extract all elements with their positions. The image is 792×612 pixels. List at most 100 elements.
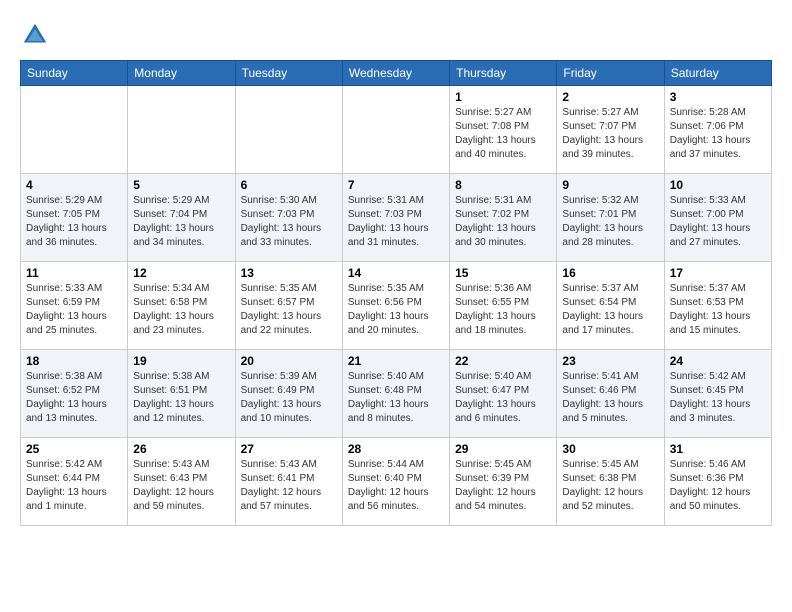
calendar-cell: 5 Sunrise: 5:29 AM Sunset: 7:04 PM Daylig… [128,174,235,262]
calendar-cell: 8 Sunrise: 5:31 AM Sunset: 7:02 PM Daylig… [450,174,557,262]
day-info: Sunrise: 5:33 AM Sunset: 6:59 PM Dayligh… [26,282,122,338]
day-number: 7 [348,178,444,192]
calendar-cell: 17 Sunrise: 5:37 AM Sunset: 6:53 PM Dayli… [664,262,771,350]
calendar-cell [21,86,128,174]
day-info: Sunrise: 5:27 AM Sunset: 7:08 PM Dayligh… [455,106,551,162]
day-info: Sunrise: 5:33 AM Sunset: 7:00 PM Dayligh… [670,194,766,250]
weekday-header: Monday [128,61,235,86]
calendar-week-row: 11 Sunrise: 5:33 AM Sunset: 6:59 PM Dayli… [21,262,772,350]
calendar-cell: 19 Sunrise: 5:38 AM Sunset: 6:51 PM Dayli… [128,350,235,438]
day-info: Sunrise: 5:32 AM Sunset: 7:01 PM Dayligh… [562,194,658,250]
day-number: 21 [348,354,444,368]
day-number: 26 [133,442,229,456]
day-number: 22 [455,354,551,368]
day-info: Sunrise: 5:40 AM Sunset: 6:47 PM Dayligh… [455,370,551,426]
day-info: Sunrise: 5:36 AM Sunset: 6:55 PM Dayligh… [455,282,551,338]
weekday-header: Sunday [21,61,128,86]
day-info: Sunrise: 5:38 AM Sunset: 6:52 PM Dayligh… [26,370,122,426]
calendar-cell: 24Sunrise: 5:42 AM Sunset: 6:45 PM Dayli… [664,350,771,438]
day-number: 23 [562,354,658,368]
day-info: Sunrise: 5:46 AM Sunset: 6:36 PM Dayligh… [670,458,766,514]
calendar-cell: 3 Sunrise: 5:28 AM Sunset: 7:06 PM Daylig… [664,86,771,174]
calendar-cell: 30Sunrise: 5:45 AM Sunset: 6:38 PM Dayli… [557,438,664,526]
day-info: Sunrise: 5:31 AM Sunset: 7:03 PM Dayligh… [348,194,444,250]
day-number: 20 [241,354,337,368]
calendar-table: SundayMondayTuesdayWednesdayThursdayFrid… [20,60,772,526]
logo-icon [20,20,50,50]
calendar-cell: 14 Sunrise: 5:35 AM Sunset: 6:56 PM Dayli… [342,262,449,350]
calendar-cell: 16 Sunrise: 5:37 AM Sunset: 6:54 PM Dayli… [557,262,664,350]
day-info: Sunrise: 5:37 AM Sunset: 6:54 PM Dayligh… [562,282,658,338]
day-info: Sunrise: 5:28 AM Sunset: 7:06 PM Dayligh… [670,106,766,162]
calendar-cell: 29 Sunrise: 5:45 AM Sunset: 6:39 PM Dayli… [450,438,557,526]
page-header [20,20,772,50]
day-info: Sunrise: 5:31 AM Sunset: 7:02 PM Dayligh… [455,194,551,250]
day-info: Sunrise: 5:29 AM Sunset: 7:04 PM Dayligh… [133,194,229,250]
calendar-cell: 15 Sunrise: 5:36 AM Sunset: 6:55 PM Dayli… [450,262,557,350]
day-info: Sunrise: 5:44 AM Sunset: 6:40 PM Dayligh… [348,458,444,514]
calendar-cell: 11 Sunrise: 5:33 AM Sunset: 6:59 PM Dayli… [21,262,128,350]
day-info: Sunrise: 5:45 AM Sunset: 6:38 PM Dayligh… [562,458,658,514]
calendar-cell [235,86,342,174]
day-info: Sunrise: 5:35 AM Sunset: 6:56 PM Dayligh… [348,282,444,338]
calendar-cell [128,86,235,174]
day-info: Sunrise: 5:41 AM Sunset: 6:46 PM Dayligh… [562,370,658,426]
calendar-cell: 25 Sunrise: 5:42 AM Sunset: 6:44 PM Dayli… [21,438,128,526]
weekday-header: Wednesday [342,61,449,86]
day-number: 8 [455,178,551,192]
day-number: 19 [133,354,229,368]
day-number: 10 [670,178,766,192]
calendar-week-row: 18Sunrise: 5:38 AM Sunset: 6:52 PM Dayli… [21,350,772,438]
calendar-cell: 22 Sunrise: 5:40 AM Sunset: 6:47 PM Dayli… [450,350,557,438]
calendar-cell: 27 Sunrise: 5:43 AM Sunset: 6:41 PM Dayli… [235,438,342,526]
day-number: 29 [455,442,551,456]
day-info: Sunrise: 5:45 AM Sunset: 6:39 PM Dayligh… [455,458,551,514]
day-info: Sunrise: 5:43 AM Sunset: 6:43 PM Dayligh… [133,458,229,514]
weekday-header: Friday [557,61,664,86]
day-number: 15 [455,266,551,280]
calendar-cell: 7 Sunrise: 5:31 AM Sunset: 7:03 PM Daylig… [342,174,449,262]
weekday-header: Saturday [664,61,771,86]
day-info: Sunrise: 5:43 AM Sunset: 6:41 PM Dayligh… [241,458,337,514]
day-info: Sunrise: 5:37 AM Sunset: 6:53 PM Dayligh… [670,282,766,338]
weekday-header: Tuesday [235,61,342,86]
day-number: 17 [670,266,766,280]
calendar-cell: 28 Sunrise: 5:44 AM Sunset: 6:40 PM Dayli… [342,438,449,526]
calendar-cell: 2Sunrise: 5:27 AM Sunset: 7:07 PM Daylig… [557,86,664,174]
calendar-cell: 21 Sunrise: 5:40 AM Sunset: 6:48 PM Dayli… [342,350,449,438]
day-number: 24 [670,354,766,368]
calendar-cell: 1 Sunrise: 5:27 AM Sunset: 7:08 PM Daylig… [450,86,557,174]
day-number: 6 [241,178,337,192]
day-info: Sunrise: 5:42 AM Sunset: 6:44 PM Dayligh… [26,458,122,514]
day-number: 11 [26,266,122,280]
day-info: Sunrise: 5:34 AM Sunset: 6:58 PM Dayligh… [133,282,229,338]
day-number: 25 [26,442,122,456]
calendar-cell: 4Sunrise: 5:29 AM Sunset: 7:05 PM Daylig… [21,174,128,262]
calendar-cell: 10 Sunrise: 5:33 AM Sunset: 7:00 PM Dayli… [664,174,771,262]
calendar-cell: 6 Sunrise: 5:30 AM Sunset: 7:03 PM Daylig… [235,174,342,262]
day-number: 13 [241,266,337,280]
day-number: 3 [670,90,766,104]
day-info: Sunrise: 5:39 AM Sunset: 6:49 PM Dayligh… [241,370,337,426]
day-number: 14 [348,266,444,280]
logo [20,20,54,50]
day-number: 9 [562,178,658,192]
day-number: 1 [455,90,551,104]
day-info: Sunrise: 5:38 AM Sunset: 6:51 PM Dayligh… [133,370,229,426]
calendar-cell [342,86,449,174]
day-number: 28 [348,442,444,456]
day-info: Sunrise: 5:35 AM Sunset: 6:57 PM Dayligh… [241,282,337,338]
day-info: Sunrise: 5:30 AM Sunset: 7:03 PM Dayligh… [241,194,337,250]
day-info: Sunrise: 5:40 AM Sunset: 6:48 PM Dayligh… [348,370,444,426]
calendar-cell: 31Sunrise: 5:46 AM Sunset: 6:36 PM Dayli… [664,438,771,526]
day-number: 12 [133,266,229,280]
calendar-week-row: 1 Sunrise: 5:27 AM Sunset: 7:08 PM Daylig… [21,86,772,174]
weekday-header-row: SundayMondayTuesdayWednesdayThursdayFrid… [21,61,772,86]
day-number: 27 [241,442,337,456]
weekday-header: Thursday [450,61,557,86]
day-number: 5 [133,178,229,192]
day-number: 16 [562,266,658,280]
day-info: Sunrise: 5:29 AM Sunset: 7:05 PM Dayligh… [26,194,122,250]
calendar-cell: 12 Sunrise: 5:34 AM Sunset: 6:58 PM Dayli… [128,262,235,350]
day-info: Sunrise: 5:27 AM Sunset: 7:07 PM Dayligh… [562,106,658,162]
